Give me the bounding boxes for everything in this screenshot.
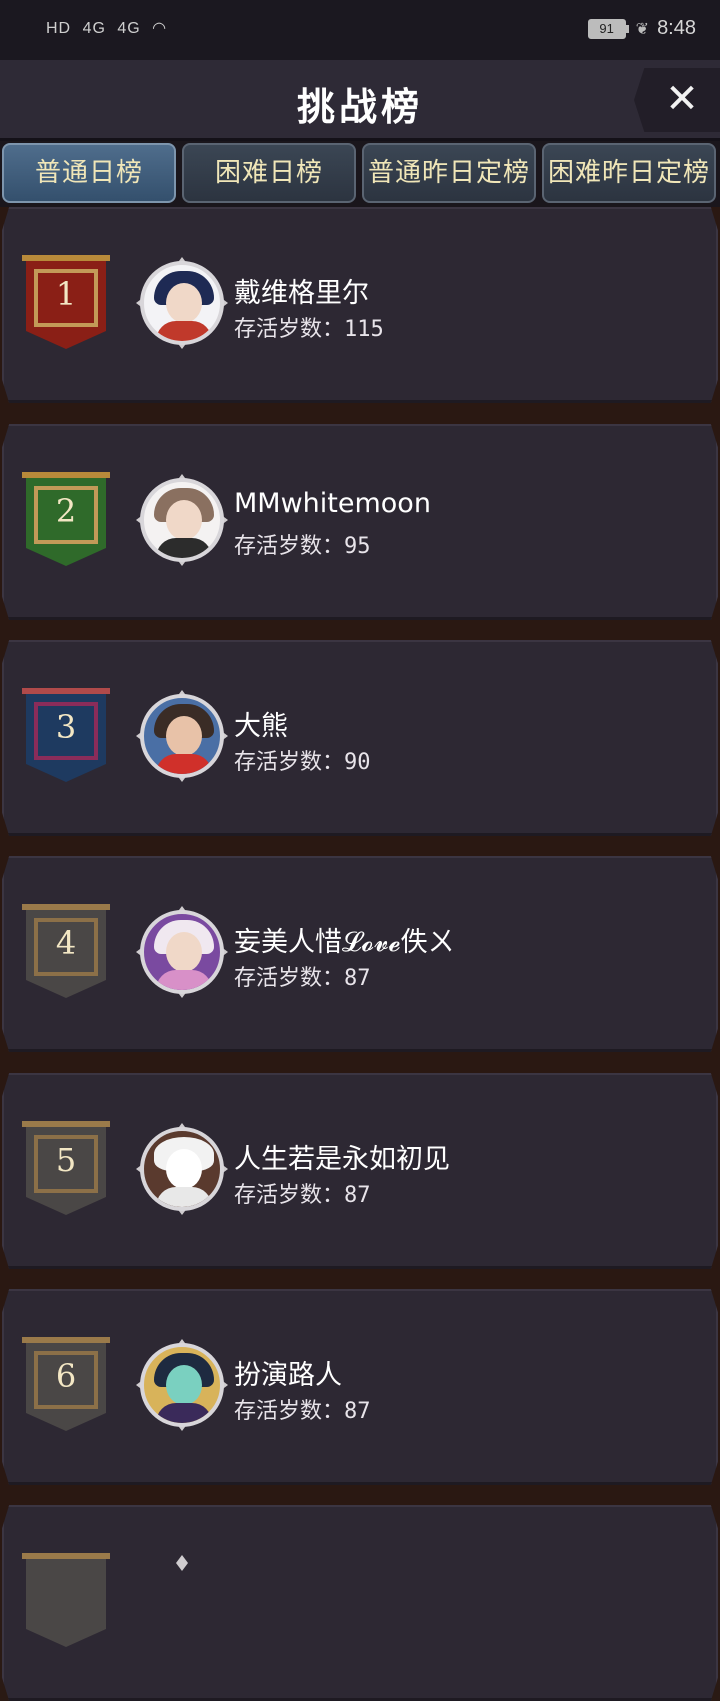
- ranking-row: 6 扮演路人 存活岁数：87: [2, 1289, 718, 1485]
- rank-number: 6: [55, 1357, 77, 1395]
- avatar[interactable]: [136, 1339, 228, 1431]
- tab-bar: 普通日榜 困难日榜 普通昨日定榜 困难昨日定榜: [0, 141, 720, 207]
- close-icon: ✕: [665, 76, 699, 122]
- avatar[interactable]: [136, 257, 228, 349]
- avatar[interactable]: [136, 474, 228, 566]
- rank-banner: 2: [22, 472, 110, 568]
- page-title: 挑战榜: [296, 85, 423, 129]
- score-text: 存活岁数：87: [234, 1183, 371, 1208]
- rank-banner: 1: [22, 255, 110, 351]
- score-text: 存活岁数：115: [234, 317, 384, 342]
- status-icons-right: 91 ❦ 8:48: [587, 17, 696, 40]
- score-text: 存活岁数：87: [234, 1399, 371, 1424]
- score-text: 存活岁数：95: [234, 534, 371, 559]
- avatar[interactable]: [136, 1123, 228, 1215]
- rank-number: 1: [55, 275, 77, 313]
- leaf-icon: ❦: [635, 20, 650, 38]
- rank-banner: 3: [22, 688, 110, 784]
- ranking-row: 3 大熊 存活岁数：90: [2, 640, 718, 836]
- rank-number: 2: [55, 492, 77, 530]
- ranking-row: 1 戴维格里尔 存活岁数：115: [2, 207, 718, 403]
- tab-normal-yesterday[interactable]: 普通昨日定榜: [362, 143, 536, 203]
- avatar[interactable]: [136, 906, 228, 998]
- ranking-row: [2, 1505, 718, 1701]
- status-icons-left: HD 4G 4G ◠: [46, 18, 173, 38]
- battery-icon: 91: [587, 18, 629, 39]
- player-name: 大熊: [234, 711, 288, 742]
- player-name: 戴维格里尔: [234, 278, 369, 309]
- rank-banner: 6: [22, 1337, 110, 1433]
- close-button[interactable]: ✕: [634, 68, 720, 132]
- rank-number: 5: [55, 1141, 77, 1179]
- wifi-icon: ◠: [152, 20, 168, 37]
- player-name: 人生若是永如初见: [234, 1144, 450, 1175]
- tab-hard-yesterday[interactable]: 困难昨日定榜: [542, 143, 716, 203]
- tab-hard-daily[interactable]: 困难日榜: [182, 143, 356, 203]
- ranking-row: 5 人生若是永如初见 存活岁数：87: [2, 1073, 718, 1269]
- player-name: MMwhitemoon: [234, 488, 431, 519]
- tab-normal-daily[interactable]: 普通日榜: [2, 143, 176, 203]
- rank-banner: 4: [22, 904, 110, 1000]
- ranking-row: 4 妄美人惜𝓛𝓸𝓿𝓮佚ㄨ 存活岁数：87: [2, 856, 718, 1052]
- player-name: 扮演路人: [234, 1360, 342, 1391]
- avatar[interactable]: [136, 690, 228, 782]
- rank-banner: [22, 1553, 110, 1649]
- ranking-row: 2 MMwhitemoon 存活岁数：95: [2, 424, 718, 620]
- signal-icon: 4G: [82, 20, 106, 37]
- avatar[interactable]: [136, 1555, 228, 1647]
- player-name: 妄美人惜𝓛𝓸𝓿𝓮佚ㄨ: [234, 927, 455, 958]
- rank-number: 4: [55, 924, 77, 962]
- rank-banner: 5: [22, 1121, 110, 1217]
- ranking-list[interactable]: 1 戴维格里尔 存活岁数：115 2 MMwhitemoon 存活岁数：95 3…: [0, 207, 720, 1701]
- score-text: 存活岁数：90: [234, 750, 371, 775]
- rank-number: 3: [55, 708, 77, 746]
- status-bar: HD 4G 4G ◠ 91 ❦ 8:48: [0, 0, 720, 60]
- clock: 8:48: [657, 17, 696, 39]
- hd-icon: HD: [46, 20, 72, 37]
- signal-icon: 4G: [117, 20, 141, 37]
- score-text: 存活岁数：87: [234, 966, 371, 991]
- header: 挑战榜 ✕: [0, 60, 720, 141]
